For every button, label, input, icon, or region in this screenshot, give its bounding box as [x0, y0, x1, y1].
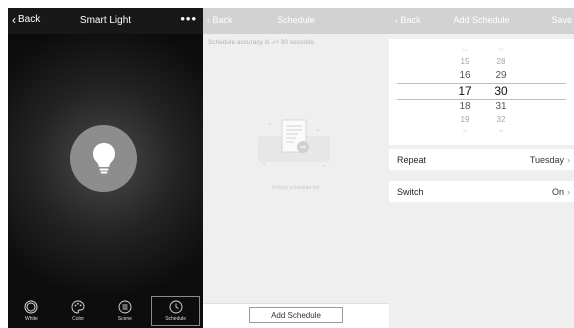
selection-line-bottom [397, 99, 566, 100]
nav-white-label: White [24, 316, 38, 322]
add-schedule-button[interactable]: Add Schedule [249, 307, 343, 323]
add-schedule-screen: ‹ Back Add Schedule Save 14 15 16 17 18 … [389, 8, 574, 328]
time-picker: 14 15 16 17 18 19 20 27 28 29 30 31 32 3… [389, 39, 574, 145]
page-title: Add Schedule [453, 15, 510, 25]
picker-option: 16 [459, 70, 471, 81]
add-schedule-header: ‹ Back Add Schedule Save [389, 8, 574, 34]
save-button[interactable]: Save [551, 15, 572, 25]
picker-option: 31 [495, 101, 507, 112]
nav-color-label: Color [72, 316, 85, 322]
picker-option: 32 [496, 115, 506, 124]
bottom-nav: White Color Scene Schedule [8, 294, 203, 328]
light-toggle-button[interactable] [70, 125, 137, 192]
lightbulb-icon [92, 142, 115, 173]
list-circle-icon [118, 300, 132, 314]
picker-option: 20 [462, 128, 468, 133]
smart-light-header: ‹ Back Smart Light ••• [8, 8, 203, 34]
repeat-value: Tuesday [529, 154, 564, 165]
picker-option: 28 [496, 57, 506, 66]
picker-option: 33 [498, 128, 504, 133]
empty-document-icon [258, 119, 330, 167]
picker-option: 14 [462, 47, 468, 52]
nav-schedule[interactable]: Schedule [151, 296, 200, 326]
schedule-screen: ‹ Back Schedule Schedule accuracy is -/+… [203, 8, 389, 328]
smart-light-screen: ‹ Back Smart Light ••• White Color Scene… [8, 8, 203, 328]
selection-line-top [397, 83, 566, 84]
ellipsis-icon[interactable]: ••• [180, 11, 197, 26]
page-title: Smart Light [79, 15, 132, 26]
switch-value: On [551, 186, 564, 197]
nav-color[interactable]: Color [55, 294, 102, 328]
nav-schedule-label: Schedule [165, 316, 187, 322]
ring-icon [24, 300, 38, 314]
accuracy-note: Schedule accuracy is -/+ 30 seconds [208, 39, 315, 46]
palette-icon [71, 300, 85, 314]
nav-scene[interactable]: Scene [102, 294, 149, 328]
switch-row[interactable]: Switch On › [389, 181, 574, 202]
switch-label: Switch [397, 186, 424, 197]
clock-icon [169, 300, 183, 314]
picker-option: 15 [460, 57, 470, 66]
schedule-footer: Add Schedule [203, 303, 389, 328]
chevron-right-icon: › [567, 186, 570, 197]
nav-scene-label: Scene [117, 316, 132, 322]
screenshot-root: ‹ Back Smart Light ••• White Color Scene… [0, 0, 574, 328]
picker-option: 27 [498, 47, 504, 52]
picker-option: 19 [460, 115, 470, 124]
repeat-label: Repeat [397, 154, 427, 165]
nav-white[interactable]: White [8, 294, 55, 328]
page-title: Schedule [277, 15, 315, 25]
chevron-right-icon: › [567, 154, 570, 165]
picker-option: 29 [495, 70, 507, 81]
picker-selected: 30 [494, 84, 508, 98]
picker-option: 18 [459, 101, 471, 112]
repeat-row[interactable]: Repeat Tuesday › [389, 149, 574, 170]
schedule-header: ‹ Back Schedule [203, 8, 389, 34]
empty-state-text: Empty schedule list [272, 185, 320, 191]
picker-selected: 17 [458, 84, 472, 98]
